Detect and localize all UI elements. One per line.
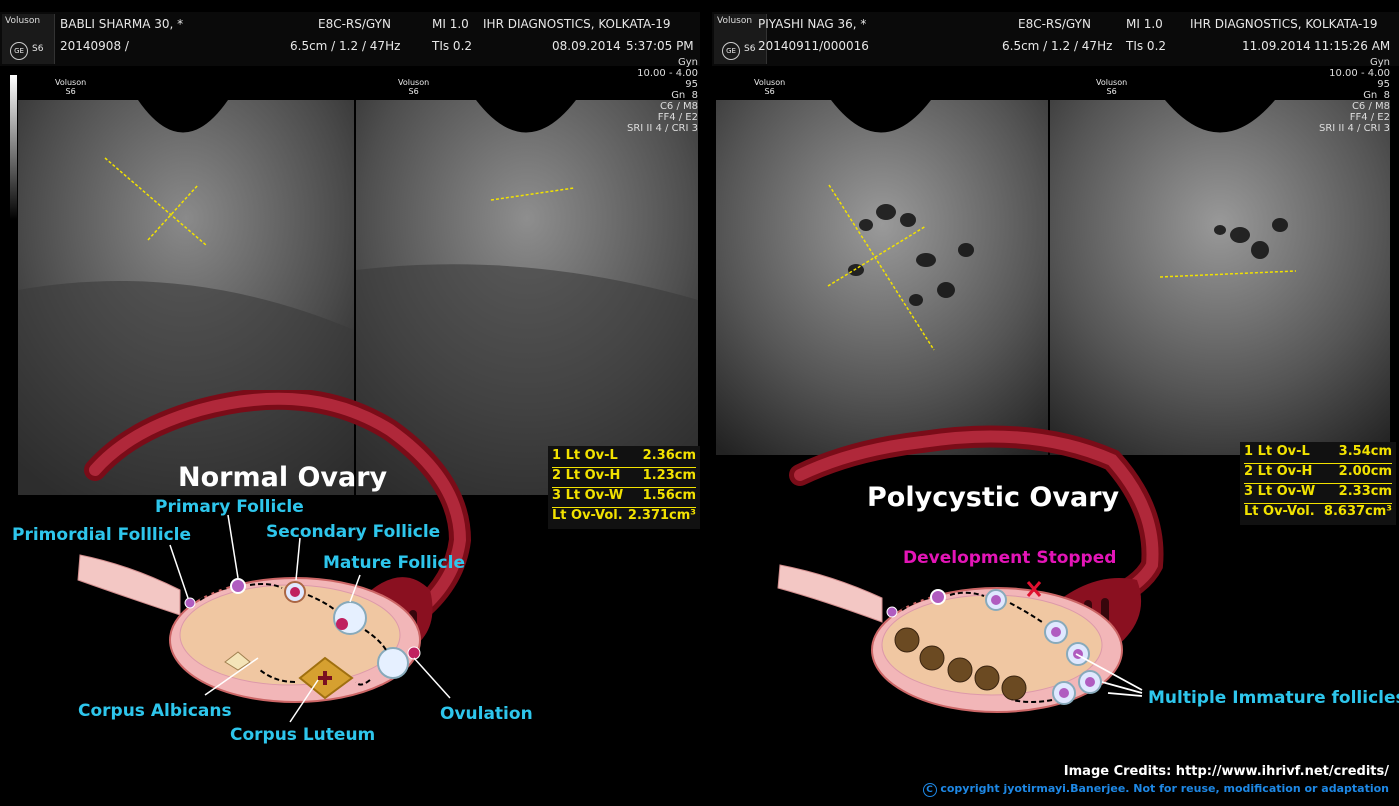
patient-id: 20140911/000016 bbox=[758, 39, 869, 53]
mi-value: MI 1.0 bbox=[432, 17, 469, 31]
left-header: Voluson GE S6 BABLI SHARMA 30, * 2014090… bbox=[0, 12, 700, 66]
depth: 6.5cm / 1.2 / 47Hz bbox=[1002, 39, 1113, 53]
label-corpus-luteum: Corpus Luteum bbox=[230, 725, 376, 745]
label-corpus-albicans: Corpus Albicans bbox=[78, 701, 232, 721]
patient-id: 20140908 / bbox=[60, 39, 129, 53]
image-label-2: Voluson S6 bbox=[398, 78, 430, 96]
tis-value: TIs 0.2 bbox=[432, 39, 473, 53]
image-label-3: Voluson S6 bbox=[754, 78, 786, 96]
copyright-icon: C bbox=[922, 783, 937, 797]
scan-time: 11:15:26 AM bbox=[1314, 39, 1391, 53]
probe: E8C-RS/GYN bbox=[318, 17, 391, 31]
voluson-logo: Voluson GE S6 bbox=[2, 14, 55, 64]
label-mature-follicle: Mature Follicle bbox=[323, 553, 465, 573]
device-name: Voluson bbox=[5, 16, 41, 26]
clinic-name: IHR DIAGNOSTICS, KOLKATA-19 bbox=[483, 17, 671, 31]
scan-time: 5:37:05 PM bbox=[626, 39, 694, 53]
image-label-4: Voluson S6 bbox=[1096, 78, 1128, 96]
clinic-name: IHR DIAGNOSTICS, KOLKATA-19 bbox=[1190, 17, 1378, 31]
label-development-stopped: Development Stopped bbox=[903, 548, 1117, 568]
patient-name: BABLI SHARMA 30, * bbox=[60, 17, 184, 31]
scan-date: 08.09.2014 bbox=[552, 39, 621, 53]
scan-params: Gyn 10.00 - 4.00 95 Gn 8 C6 / M8 FF4 / E… bbox=[1318, 57, 1390, 134]
label-immature-follicles: Multiple Immature follicles bbox=[1148, 688, 1399, 708]
depth: 6.5cm / 1.2 / 47Hz bbox=[290, 39, 401, 53]
measurement-table: 1 Lt Ov-L 2.36cm 2 Lt Ov-H 1.23cm 3 Lt Ov-… bbox=[548, 446, 700, 529]
scan-date: 11.09.2014 bbox=[1242, 39, 1311, 53]
copyright-notice: C copyright jyotirmayi.Banerjee. Not for… bbox=[922, 782, 1389, 797]
measurement-row: 1 Lt Ov-L 2.36cm bbox=[552, 448, 696, 468]
right-header: Voluson GE S6 PIYASHI NAG 36, * 20140911… bbox=[712, 12, 1399, 66]
ge-icon: GE bbox=[722, 42, 740, 60]
image-credits: Image Credits: http://www.ihrivf.net/cre… bbox=[1063, 764, 1389, 779]
diagram-title: Polycystic Ovary bbox=[867, 482, 1120, 513]
tis-value: TIs 0.2 bbox=[1126, 39, 1167, 53]
label-secondary-follicle: Secondary Follicle bbox=[266, 522, 441, 542]
measurement-row: 3 Lt Ov-W 1.56cm bbox=[552, 488, 696, 508]
grayscale-bar bbox=[10, 75, 17, 220]
device-name: Voluson bbox=[717, 16, 753, 26]
label-primordial-follicle: Primordial Folllicle bbox=[12, 525, 192, 545]
device-model: S6 bbox=[744, 44, 756, 54]
label-primary-follicle: Primary Follicle bbox=[155, 497, 304, 517]
probe: E8C-RS/GYN bbox=[1018, 17, 1091, 31]
diagram-title: Normal Ovary bbox=[178, 462, 388, 493]
scan-params: Gyn 10.00 - 4.00 95 Gn 8 C6 / M8 FF4 / E… bbox=[626, 57, 698, 134]
right-panel: Voluson GE S6 PIYASHI NAG 36, * 20140911… bbox=[712, 0, 1399, 806]
measurement-row: Lt Ov-Vol. 2.371cm³ bbox=[552, 508, 696, 523]
ge-icon: GE bbox=[10, 42, 28, 60]
image-label-1: Voluson S6 bbox=[55, 78, 87, 96]
device-model: S6 bbox=[32, 44, 44, 54]
patient-name: PIYASHI NAG 36, * bbox=[758, 17, 867, 31]
mi-value: MI 1.0 bbox=[1126, 17, 1163, 31]
measurement-row: 2 Lt Ov-H 1.23cm bbox=[552, 468, 696, 488]
label-ovulation: Ovulation bbox=[440, 704, 533, 724]
copyright-text: copyright jyotirmayi.Banerjee. Not for r… bbox=[940, 782, 1389, 795]
left-panel: Voluson GE S6 BABLI SHARMA 30, * 2014090… bbox=[0, 0, 700, 806]
